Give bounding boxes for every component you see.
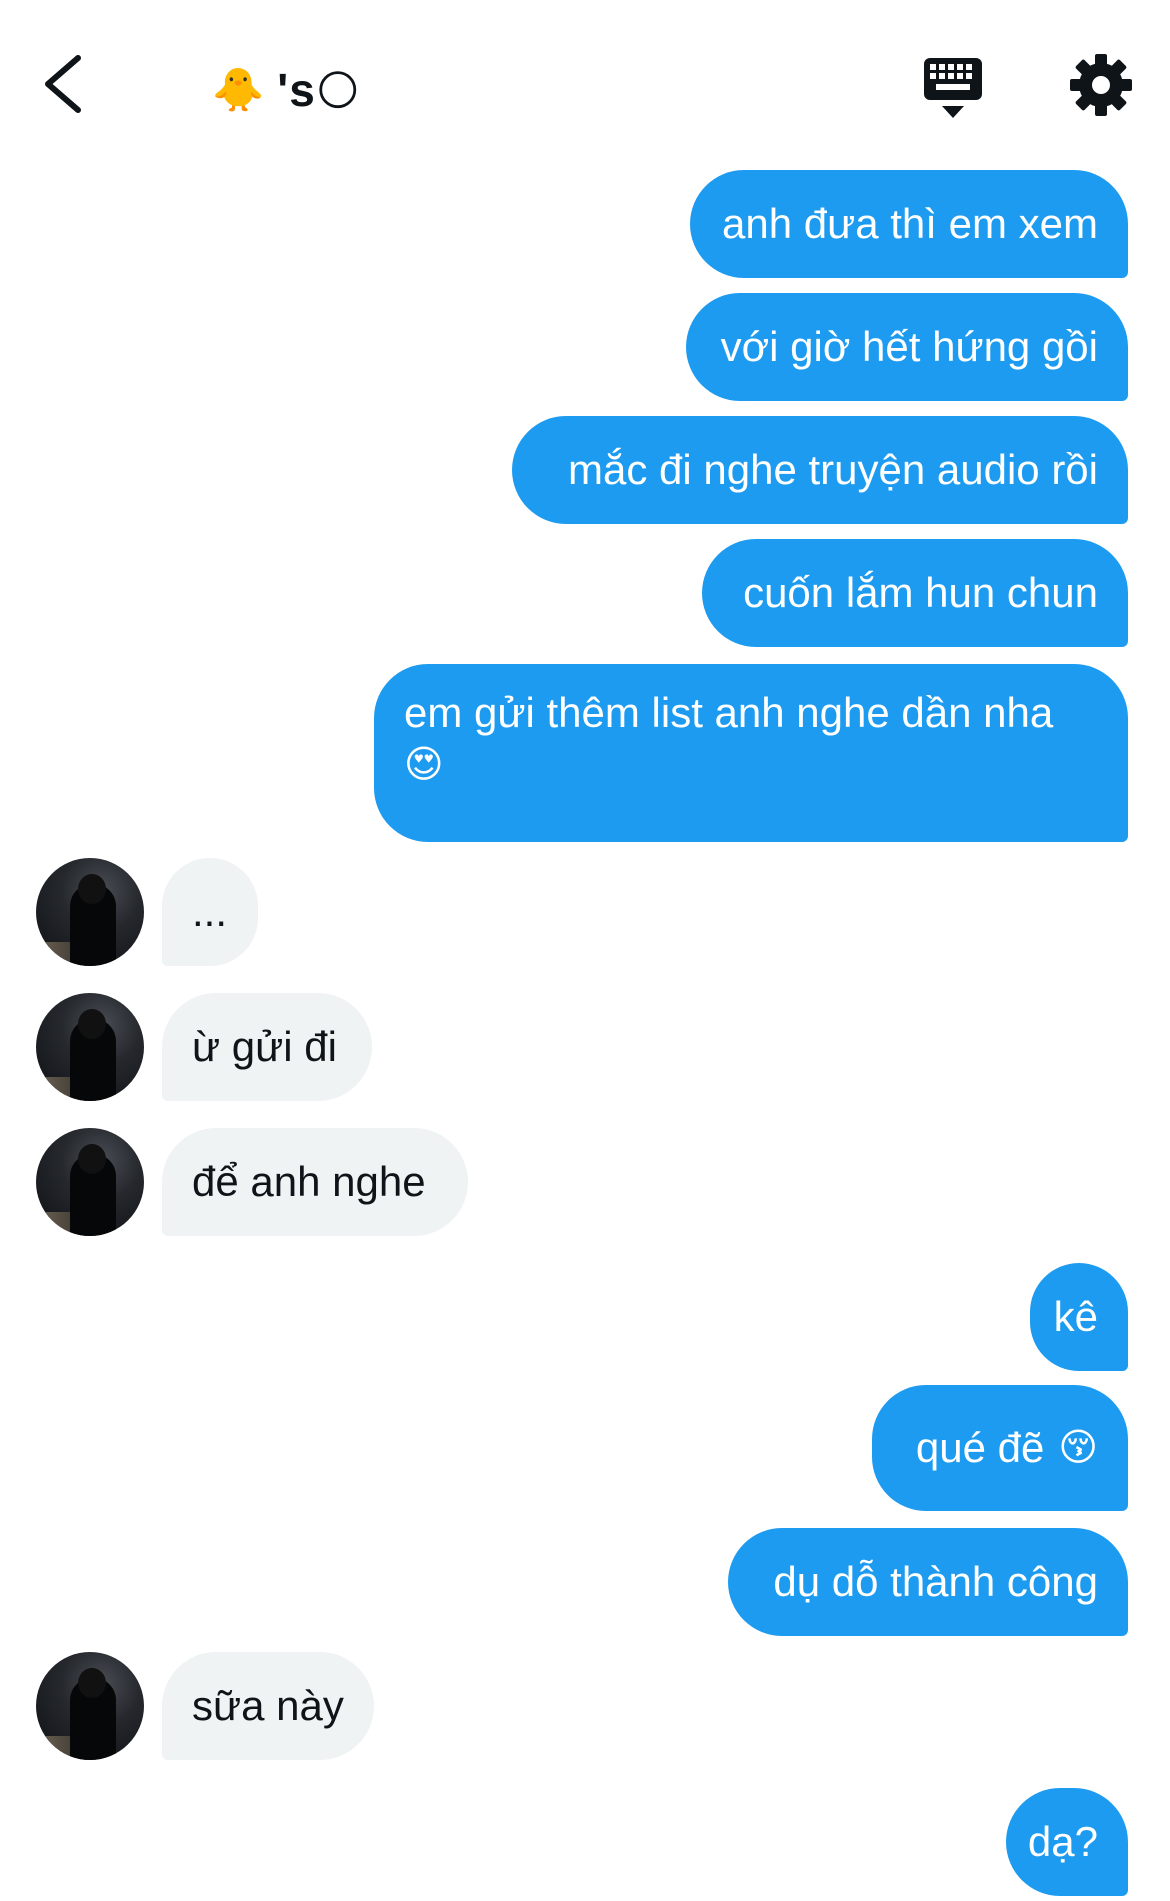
message-text: để anh nghe [192, 1158, 426, 1205]
kissing-emoji: 😚 [1058, 1427, 1098, 1469]
message-text: mắc đi nghe truyện audio rồi [568, 446, 1098, 493]
message-text: với giờ hết hứng gồi [720, 323, 1098, 370]
message-text: ... [192, 888, 228, 935]
sent-message[interactable]: em gửi thêm list anh nghe dần nha 😍 [374, 664, 1128, 842]
chick-emoji: 🐥 [212, 65, 266, 113]
sent-message[interactable]: mắc đi nghe truyện audio rồi [512, 416, 1128, 524]
message-text: em gửi thêm list anh nghe dần nha [404, 689, 1054, 736]
conversation-title[interactable]: 🐥 's 🌕 [212, 58, 361, 122]
received-message[interactable]: ... [162, 858, 258, 966]
received-message[interactable]: để anh nghe [162, 1128, 468, 1236]
message-text: kê [1053, 1293, 1098, 1340]
received-message[interactable]: ừ gửi đi [162, 993, 372, 1101]
back-arrow-icon [45, 55, 81, 113]
message-text: cuốn lắm hun chun [743, 569, 1098, 616]
heart-eyes-emoji: 😍 [404, 744, 444, 786]
avatar[interactable] [36, 858, 144, 966]
settings-button[interactable] [1068, 52, 1134, 118]
back-button[interactable] [38, 48, 94, 120]
sent-message[interactable]: qué đẽ 😚 [872, 1385, 1128, 1511]
sent-message[interactable]: cuốn lắm hun chun [702, 539, 1128, 647]
avatar[interactable] [36, 993, 144, 1101]
sent-message[interactable]: kê [1030, 1263, 1128, 1371]
message-text: qué đẽ [915, 1424, 1045, 1471]
moon-emoji: 🌕 [315, 66, 361, 114]
keyboard-button[interactable] [918, 52, 988, 124]
message-text: ừ gửi đi [192, 1023, 337, 1070]
chat-header: 🐥 's 🌕 [0, 0, 1170, 160]
avatar[interactable] [36, 1128, 144, 1236]
keyboard-icon [924, 58, 982, 118]
sent-message[interactable]: với giờ hết hứng gồi [686, 293, 1128, 401]
gear-icon [1070, 54, 1132, 116]
message-text: dụ dỗ thành công [773, 1558, 1098, 1605]
title-text: 's [277, 64, 316, 116]
received-message[interactable]: sữa này [162, 1652, 374, 1760]
sent-message[interactable]: dạ? [1006, 1788, 1128, 1896]
avatar[interactable] [36, 1652, 144, 1760]
message-text: dạ? [1027, 1818, 1098, 1865]
sent-message[interactable]: dụ dỗ thành công [728, 1528, 1128, 1636]
sent-message[interactable]: anh đưa thì em xem [690, 170, 1128, 278]
message-text: sữa này [192, 1682, 344, 1729]
message-text: anh đưa thì em xem [722, 200, 1098, 247]
